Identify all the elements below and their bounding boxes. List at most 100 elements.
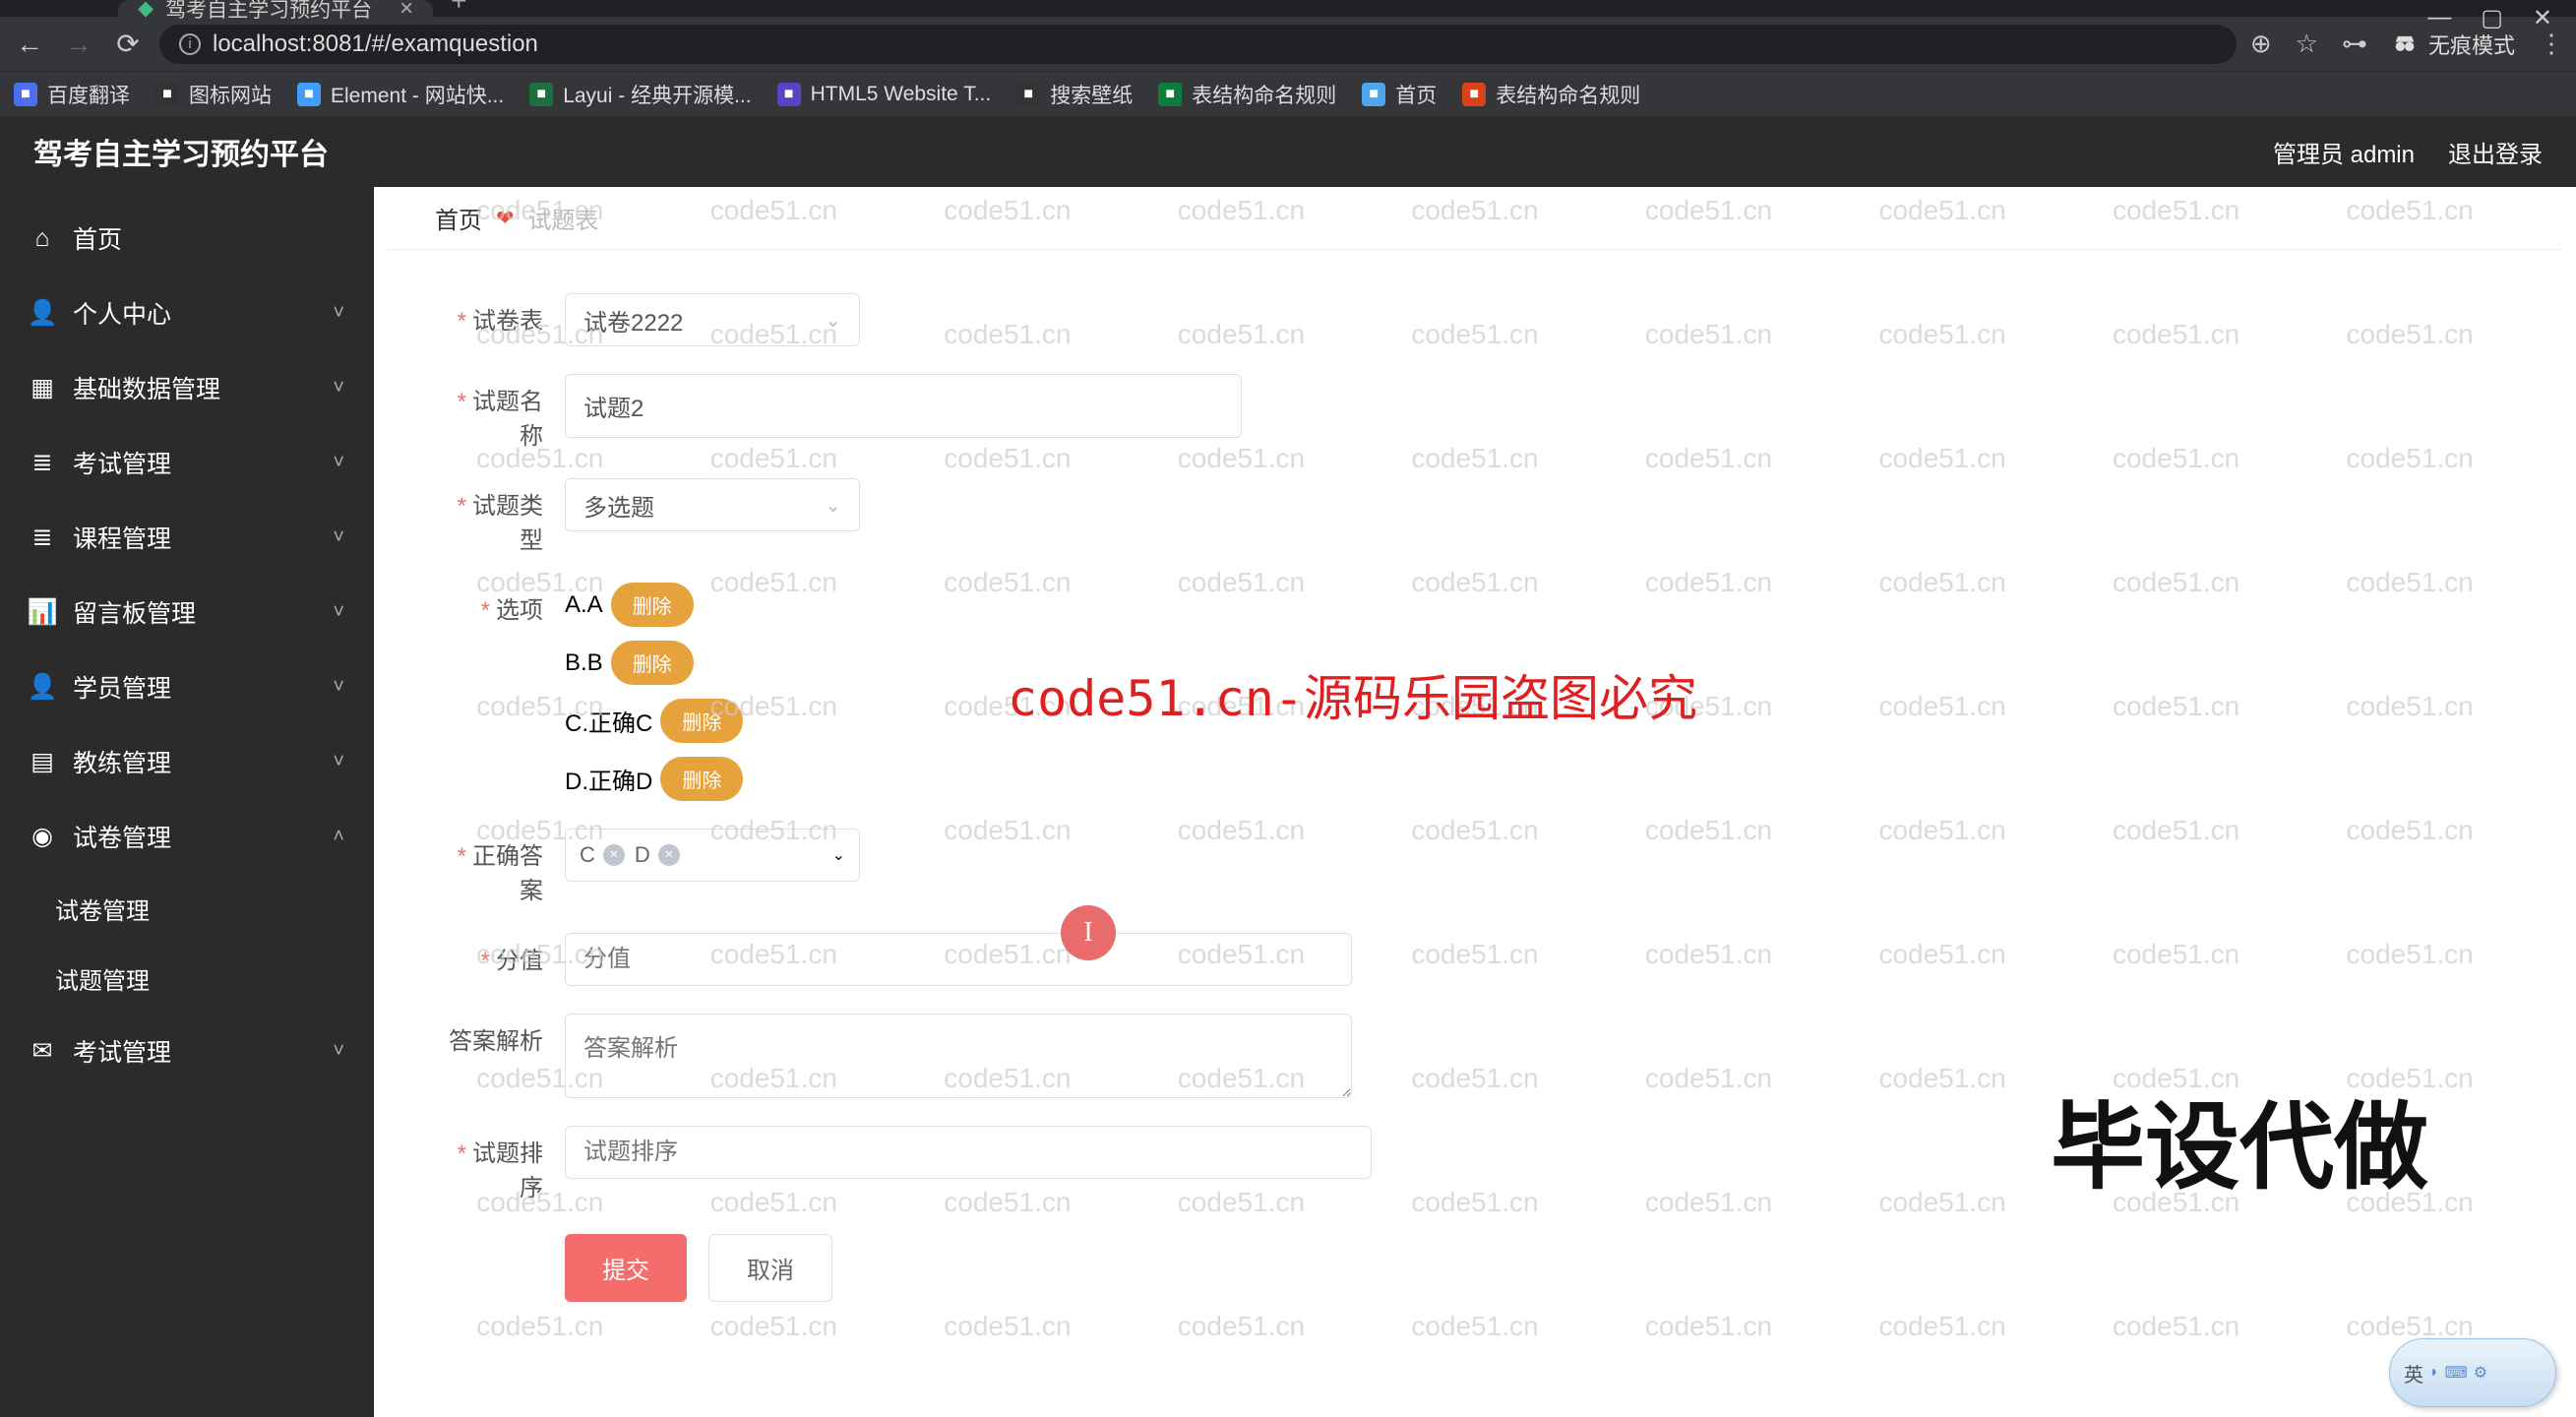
option-text: D.正确D xyxy=(565,762,652,796)
reload-button[interactable]: ⟳ xyxy=(110,27,146,62)
breadcrumb: 首页 ❤ 试题表 xyxy=(388,187,2562,250)
translate-icon[interactable]: ⊕ xyxy=(2250,29,2272,59)
question-form: 试卷表 试卷2222 ⌄ 试题名称 试题2 试题类型 多选题 ⌄ 选项 A.A xyxy=(388,250,2562,1331)
chevron-down-icon: ˅ xyxy=(333,601,344,624)
ime-toolbar[interactable]: 英 ◗ ⌨ ⚙ xyxy=(2389,1338,2556,1407)
type-select[interactable]: 多选题 ⌄ xyxy=(565,478,860,531)
option-text: C.正确C xyxy=(565,704,652,738)
sidebar-item[interactable]: ▤教练管理˅ xyxy=(0,724,374,799)
bookmark-favicon-icon: ■ xyxy=(297,83,321,106)
option-text: B.B xyxy=(565,649,603,677)
sidebar-item[interactable]: ≣课程管理˅ xyxy=(0,500,374,575)
sidebar-item[interactable]: 👤个人中心˅ xyxy=(0,276,374,350)
bookmark-favicon-icon: ■ xyxy=(14,83,37,106)
app-title: 驾考自主学习预约平台 xyxy=(33,130,329,173)
new-tab-button[interactable]: + xyxy=(433,0,484,17)
ime-icon[interactable]: ⚙ xyxy=(2474,1363,2487,1383)
bookmark-star-icon[interactable]: ☆ xyxy=(2296,29,2318,59)
analysis-input[interactable] xyxy=(565,1014,1352,1098)
bookmark-favicon-icon: ■ xyxy=(1158,83,1182,106)
ime-icon[interactable]: ⌨ xyxy=(2445,1363,2468,1383)
remove-tag-icon[interactable]: × xyxy=(603,844,625,866)
delete-option-button[interactable]: 删除 xyxy=(660,757,743,801)
breadcrumb-current: 试题表 xyxy=(527,201,598,235)
maximize-icon[interactable]: ▢ xyxy=(2481,4,2503,32)
back-button[interactable]: ← xyxy=(12,27,47,62)
bookmark-item[interactable]: ■Element - 网站快... xyxy=(297,80,504,109)
bookmark-item[interactable]: ■图标网站 xyxy=(155,80,272,109)
submit-button[interactable]: 提交 xyxy=(565,1234,687,1302)
bookmark-item[interactable]: ■表结构命名规则 xyxy=(1158,80,1336,109)
ime-lang[interactable]: 英 xyxy=(2404,1359,2423,1387)
chevron-down-icon: ⌄ xyxy=(825,493,841,518)
sidebar-item[interactable]: ✉考试管理˅ xyxy=(0,1014,374,1088)
stack-icon: ≣ xyxy=(30,448,55,477)
bookmark-favicon-icon: ■ xyxy=(1362,83,1385,106)
cancel-button[interactable]: 取消 xyxy=(708,1234,832,1302)
bookmark-item[interactable]: ■百度翻译 xyxy=(14,80,130,109)
bookmark-item[interactable]: ■搜索壁纸 xyxy=(1016,80,1133,109)
bookmark-favicon-icon: ■ xyxy=(1462,83,1486,106)
option-row: C.正确C删除 xyxy=(565,699,743,743)
sidebar-subitem[interactable]: 试卷管理 xyxy=(0,874,374,944)
delete-option-button[interactable]: 删除 xyxy=(660,699,743,743)
bookmark-item[interactable]: ■表结构命名规则 xyxy=(1462,80,1640,109)
chevron-up-icon: ˄ xyxy=(333,826,344,848)
shield-icon: ◉ xyxy=(30,822,55,851)
order-input[interactable] xyxy=(565,1126,1372,1179)
stack-icon: ≣ xyxy=(30,523,55,552)
paper-select[interactable]: 试卷2222 ⌄ xyxy=(565,293,860,346)
forward-button: → xyxy=(61,27,96,62)
browser-tab-strip: ◆ 驾考自主学习预约平台 × + xyxy=(0,0,2576,17)
browser-tab-other[interactable] xyxy=(0,0,59,17)
option-row: B.B 删除 xyxy=(565,641,743,685)
bookmarks-bar: ■百度翻译 ■图标网站 ■Element - 网站快... ■Layui - 经典开源… xyxy=(0,71,2576,116)
sidebar-item[interactable]: ◉试卷管理˄ xyxy=(0,799,374,874)
label-answer: 正确答案 xyxy=(437,829,565,905)
answer-select[interactable]: C×D× ⌄ xyxy=(565,829,860,882)
breadcrumb-home[interactable]: 首页 xyxy=(435,201,482,235)
sidebar-item[interactable]: 👤学员管理˅ xyxy=(0,649,374,724)
bookmark-favicon-icon: ■ xyxy=(155,83,179,106)
sidebar-item[interactable]: ⌂首页 xyxy=(0,201,374,276)
option-row: A.A 删除 xyxy=(565,583,743,627)
mail-icon: ✉ xyxy=(30,1036,55,1066)
site-info-icon[interactable]: i xyxy=(179,33,201,55)
logout-button[interactable]: 退出登录 xyxy=(2448,135,2543,169)
bookmark-item[interactable]: ■Layui - 经典开源模... xyxy=(529,80,751,109)
options-list: A.A删除B.B删除C.正确C删除D.正确D删除 xyxy=(565,583,743,801)
sidebar-item[interactable]: ≣考试管理˅ xyxy=(0,425,374,500)
header-user[interactable]: 管理员 admin xyxy=(2273,135,2415,169)
delete-option-button[interactable]: 删除 xyxy=(611,583,694,627)
option-text: A.A xyxy=(565,591,603,619)
browser-tab-active[interactable]: ◆ 驾考自主学习预约平台 × xyxy=(118,0,433,17)
bookmark-favicon-icon: ■ xyxy=(529,83,553,106)
label-type: 试题类型 xyxy=(437,478,565,555)
label-paper: 试卷表 xyxy=(437,293,565,336)
score-input[interactable] xyxy=(565,933,1352,986)
delete-option-button[interactable]: 删除 xyxy=(611,641,694,685)
tab-favicon-icon: ◆ xyxy=(138,0,153,21)
sidebar-subitem[interactable]: 试题管理 xyxy=(0,944,374,1014)
close-window-icon[interactable]: ✕ xyxy=(2533,4,2552,32)
bookmark-item[interactable]: ■首页 xyxy=(1362,80,1437,109)
key-icon[interactable]: ⊶ xyxy=(2342,29,2367,59)
url-box[interactable]: i xyxy=(159,25,2237,64)
doc-icon: ▤ xyxy=(30,747,55,776)
sidebar-item[interactable]: ▦基础数据管理˅ xyxy=(0,350,374,425)
ime-icon[interactable]: ◗ xyxy=(2429,1364,2439,1382)
bookmark-favicon-icon: ■ xyxy=(1016,83,1040,106)
label-order: 试题排序 xyxy=(437,1126,565,1202)
minimize-icon[interactable]: — xyxy=(2427,4,2451,32)
chevron-down-icon: ˅ xyxy=(333,676,344,699)
bookmark-item[interactable]: ■HTML5 Website T... xyxy=(777,83,992,106)
tab-close-icon[interactable]: × xyxy=(399,0,413,23)
sidebar-item[interactable]: 📊留言板管理˅ xyxy=(0,575,374,649)
user-icon: 👤 xyxy=(30,673,55,702)
question-name-input[interactable]: 试题2 xyxy=(565,374,1242,438)
chart-icon: 📊 xyxy=(30,598,55,627)
url-input[interactable] xyxy=(213,31,2217,58)
browser-tab-other2[interactable] xyxy=(59,0,118,17)
chevron-down-icon: ˅ xyxy=(333,377,344,400)
remove-tag-icon[interactable]: × xyxy=(658,844,680,866)
